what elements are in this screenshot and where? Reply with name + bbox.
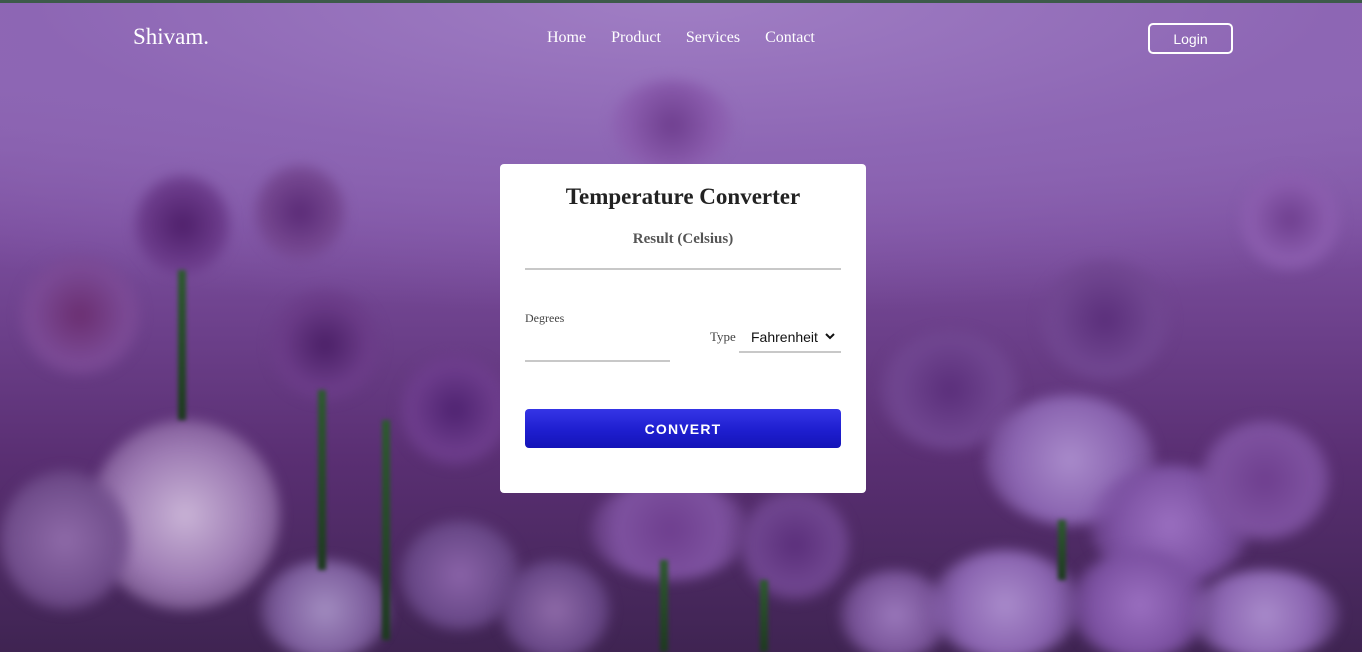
nav-link-services[interactable]: Services <box>686 29 740 47</box>
degrees-label: Degrees <box>525 311 565 325</box>
result-underline <box>525 268 841 270</box>
converter-title: Temperature Converter <box>565 184 801 209</box>
navbar: Shivam. Home Product Services Contact Lo… <box>0 0 1362 76</box>
convert-button[interactable]: CONVERT <box>525 409 841 448</box>
degrees-input[interactable] <box>525 332 670 362</box>
nav-link-home[interactable]: Home <box>547 29 586 47</box>
type-select[interactable]: Fahrenheit <box>739 323 841 353</box>
brand-logo[interactable]: Shivam. <box>133 24 209 50</box>
nav-link-contact[interactable]: Contact <box>765 29 815 47</box>
converter-card: Temperature Converter Result (Celsius) D… <box>500 164 866 493</box>
result-label: Result (Celsius) <box>632 231 734 247</box>
type-select-value: Fahrenheit <box>751 329 818 345</box>
nav-link-product[interactable]: Product <box>611 29 661 47</box>
chevron-down-icon <box>825 333 835 340</box>
login-button[interactable]: Login <box>1148 23 1233 54</box>
nav-menu: Home Product Services Contact <box>547 29 815 47</box>
type-label: Type <box>710 329 736 344</box>
